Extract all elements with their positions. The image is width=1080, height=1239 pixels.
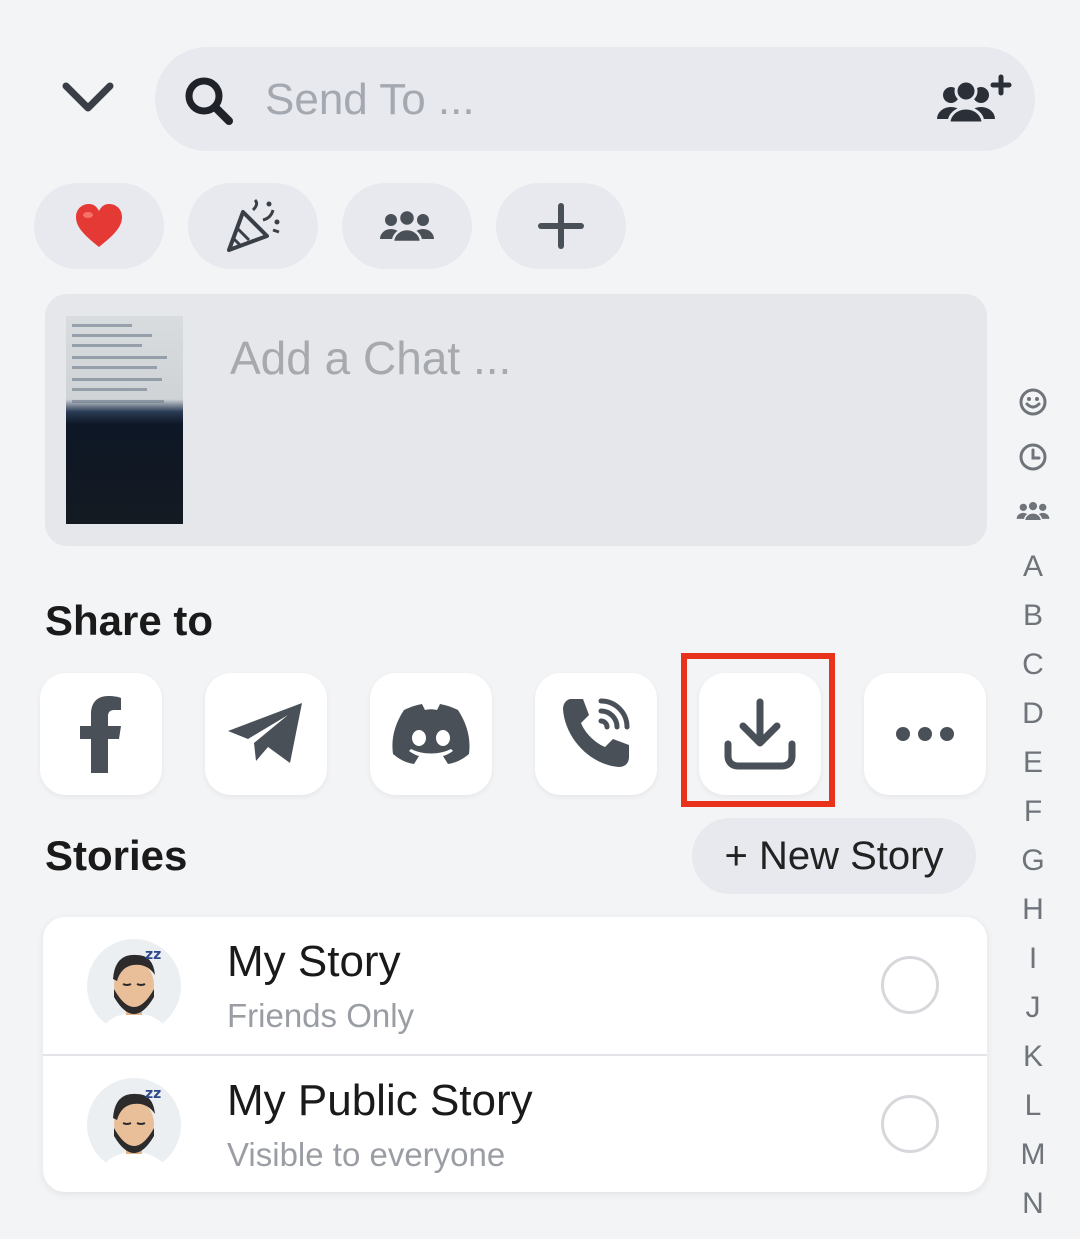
snap-thumbnail (66, 316, 183, 524)
share-telegram-button[interactable] (205, 673, 327, 795)
story-select-radio[interactable] (881, 1095, 939, 1153)
chip-best-friends[interactable] (34, 183, 164, 269)
chat-compose-box[interactable] (45, 294, 987, 546)
facebook-icon (80, 696, 121, 773)
chip-add[interactable] (496, 183, 626, 269)
chip-celebration[interactable] (188, 183, 318, 269)
stories-title: Stories (45, 832, 188, 879)
telegram-icon (228, 703, 302, 763)
group-icon (380, 209, 434, 243)
group-icon[interactable] (1016, 500, 1050, 522)
story-list: zz My Story Friends Only zz My Public St… (43, 917, 987, 1192)
collapse-button[interactable] (48, 62, 128, 134)
chip-groups[interactable] (342, 183, 472, 269)
story-subtitle: Friends Only (227, 997, 415, 1034)
share-discord-button[interactable] (370, 673, 492, 795)
discord-icon (392, 704, 470, 764)
more-icon (896, 727, 954, 741)
share-more-button[interactable] (864, 673, 986, 795)
viber-icon (563, 698, 630, 767)
story-select-radio[interactable] (881, 956, 939, 1014)
search-icon (185, 77, 233, 125)
share-facebook-button[interactable] (40, 673, 162, 795)
index-letter[interactable]: A (1008, 550, 1058, 584)
index-letter[interactable]: N (1008, 1187, 1058, 1221)
story-title: My Public Story (227, 1076, 533, 1125)
share-title: Share to (45, 597, 214, 644)
party-popper-icon (227, 198, 280, 252)
svg-text:zz: zz (145, 1086, 161, 1102)
story-row-my-public-story[interactable]: zz My Public Story Visible to everyone (43, 1054, 987, 1192)
svg-text:zz: zz (145, 947, 161, 963)
index-letter[interactable]: J (1008, 991, 1058, 1025)
index-letter[interactable]: L (1008, 1089, 1058, 1123)
search-input[interactable] (263, 69, 907, 131)
avatar: zz (87, 1078, 181, 1172)
story-title: My Story (227, 937, 401, 986)
chevron-down-icon (62, 82, 114, 112)
new-group-icon[interactable] (929, 73, 1013, 129)
index-letter[interactable]: C (1008, 648, 1058, 682)
avatar: zz (87, 939, 181, 1033)
index-letter[interactable]: K (1008, 1040, 1058, 1074)
story-row-my-story[interactable]: zz My Story Friends Only (43, 917, 987, 1054)
index-letter[interactable]: D (1008, 697, 1058, 731)
index-letter[interactable]: M (1008, 1138, 1058, 1172)
search-bar[interactable] (155, 47, 1035, 151)
index-letter[interactable]: E (1008, 746, 1058, 780)
chat-input[interactable] (228, 324, 932, 392)
heart-icon (76, 204, 122, 247)
index-letter[interactable]: G (1008, 844, 1058, 878)
index-letter[interactable]: I (1008, 942, 1058, 976)
clock-icon[interactable] (1019, 443, 1047, 471)
smiley-icon[interactable] (1019, 388, 1047, 416)
share-viber-button[interactable] (535, 673, 657, 795)
highlight-annotation (681, 653, 835, 807)
index-letter[interactable]: F (1008, 795, 1058, 829)
new-story-button[interactable]: + New Story (692, 818, 976, 894)
plus-icon (538, 203, 584, 249)
index-letter[interactable]: H (1008, 893, 1058, 927)
story-subtitle: Visible to everyone (227, 1136, 506, 1173)
index-letter[interactable]: B (1008, 599, 1058, 633)
